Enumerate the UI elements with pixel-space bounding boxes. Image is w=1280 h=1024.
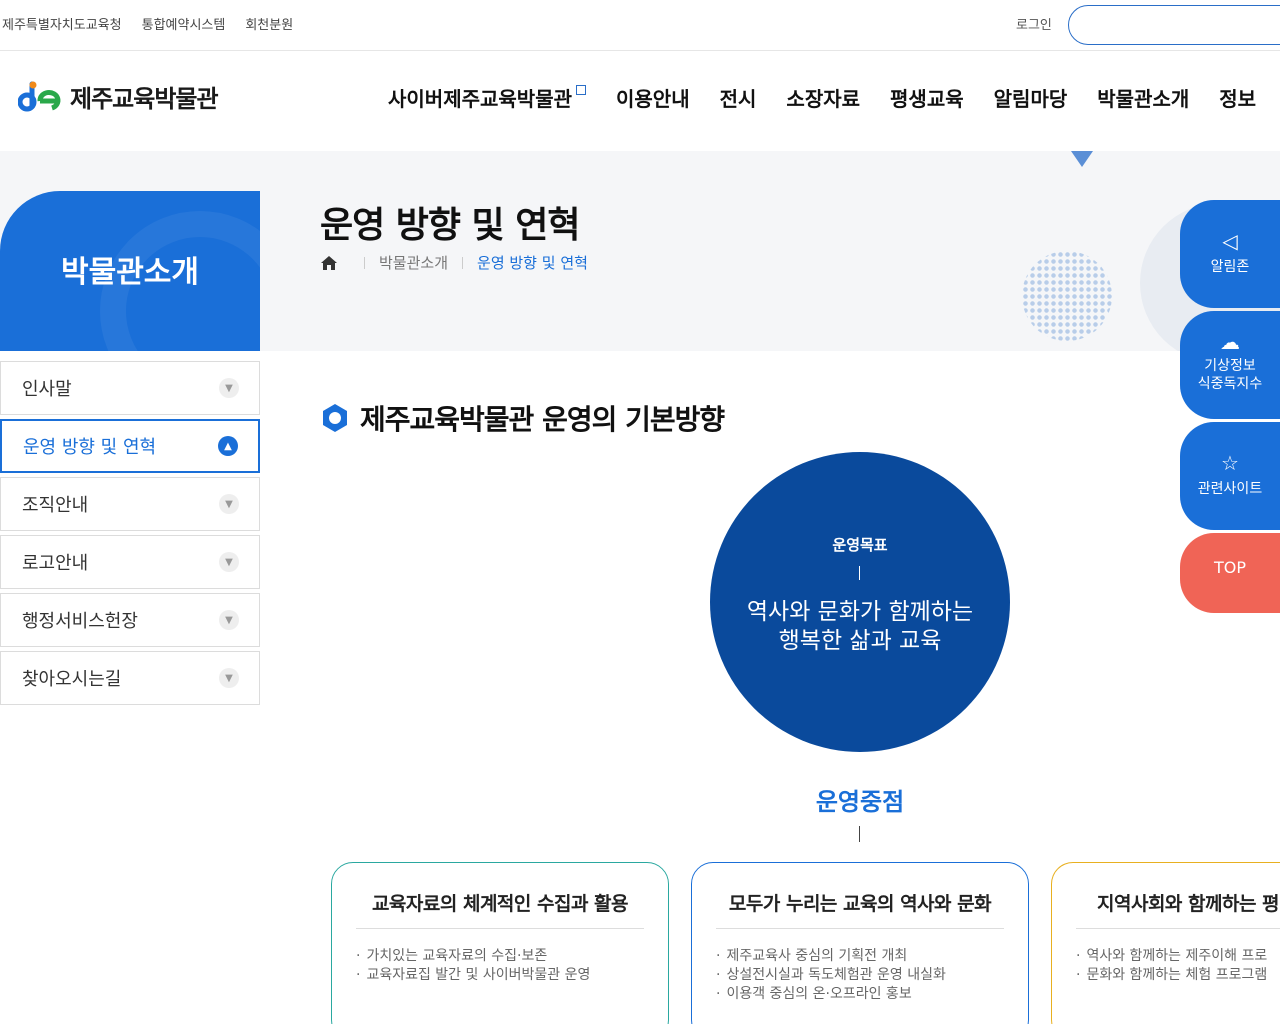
card-list: 역사와 함께하는 제주이해 프로 문화와 함께하는 체험 프로그램 (1076, 947, 1280, 985)
card-list-item: 교육자료집 발간 및 사이버박물관 운영 (356, 966, 644, 985)
util-link-office-of-education[interactable]: 제주특별자치도교육청 (2, 14, 122, 33)
breadcrumb-item[interactable]: 박물관소개 (379, 252, 448, 273)
nav-indicator-triangle-icon (1071, 151, 1093, 167)
megaphone-icon: ◁ (1222, 229, 1238, 253)
card-list-item: 가치있는 교육자료의 수집·보존 (356, 947, 644, 966)
utility-links: 제주특별자치도교육청 통합예약시스템 회천분원 (2, 14, 293, 33)
chevron-down-icon: ▼ (219, 610, 239, 630)
lnb-item-label: 찾아오시는길 (22, 669, 122, 690)
star-icon: ☆ (1221, 451, 1239, 475)
quick-weather-label-1: 기상정보 (1204, 358, 1256, 374)
top-button-label: TOP (1213, 558, 1246, 577)
chevron-up-icon: ▲ (218, 436, 238, 456)
lnb-item-label: 행정서비스헌장 (22, 611, 138, 632)
card-list-item: 역사와 함께하는 제주이해 프로 (1076, 947, 1280, 966)
quick-related-sites-button[interactable]: ☆ 관련사이트 (1180, 422, 1280, 530)
main-nav: 사이버제주교육박물관 이용안내 전시 소장자료 평생교육 알림마당 박물관소개 … (388, 83, 1256, 112)
card-list-item: 상설전시실과 독도체험관 운영 내실화 (716, 966, 1004, 985)
external-link-icon (576, 85, 586, 95)
lnb-item-label: 운영 방향 및 연혁 (23, 437, 157, 458)
quick-weather-label-2: 식중독지수 (1197, 376, 1263, 392)
lnb-item-greeting[interactable]: 인사말 ▼ (0, 361, 260, 415)
breadcrumb: 박물관소개 운영 방향 및 연혁 (320, 252, 588, 273)
quick-alarm-label: 알림존 (1210, 259, 1250, 275)
lnb-item-label: 조직안내 (22, 495, 89, 516)
header: 제주교육박물관 사이버제주교육박물관 이용안내 전시 소장자료 평생교육 알림마… (0, 51, 1280, 151)
nav-info[interactable]: 정보 (1219, 83, 1256, 112)
card-list-item: 이용객 중심의 온·오프라인 홍보 (716, 985, 1004, 1004)
focus-connector (859, 826, 860, 842)
util-link-reservation-system[interactable]: 통합예약시스템 (142, 14, 226, 33)
nav-about-museum[interactable]: 박물관소개 (1097, 83, 1189, 112)
lnb-item-directions[interactable]: 찾아오시는길 ▼ (0, 651, 260, 705)
focus-card-3: 지역사회와 함께하는 평 역사와 함께하는 제주이해 프로 문화와 함께하는 체… (1051, 862, 1280, 1024)
goal-text-line-2: 행복한 삶과 교육 (778, 628, 942, 654)
login-link[interactable]: 로그인 (1016, 14, 1052, 33)
logo[interactable]: 제주교육박물관 (18, 79, 219, 114)
weather-cloud-icon: ☁ (1220, 330, 1240, 354)
card-list-item: 문화와 함께하는 체험 프로그램 (1076, 966, 1280, 985)
goal-text-line-1: 역사와 문화가 함께하는 (746, 599, 974, 625)
lnb-item-service-charter[interactable]: 행정서비스헌장 ▼ (0, 593, 260, 647)
focus-title: 운영중점 (815, 788, 905, 816)
card-list-item: 제주교육사 중심의 기획전 개최 (716, 947, 1004, 966)
nav-collections[interactable]: 소장자료 (786, 83, 860, 112)
side-menu-header: 박물관소개 (0, 191, 260, 351)
lnb-item-organization[interactable]: 조직안내 ▼ (0, 477, 260, 531)
card-title: 모두가 누리는 교육의 역사와 문화 (716, 889, 1004, 929)
goal-circle: 운영목표 역사와 문화가 함께하는 행복한 삶과 교육 (710, 452, 1010, 752)
decor-dots (1022, 251, 1112, 341)
search-input[interactable] (1068, 5, 1280, 45)
lnb-item-label: 로고안내 (22, 553, 89, 574)
util-link-branch[interactable]: 회천분원 (245, 14, 293, 33)
card-list: 가치있는 교육자료의 수집·보존 교육자료집 발간 및 사이버박물관 운영 (356, 947, 644, 985)
chevron-down-icon: ▼ (219, 552, 239, 572)
card-title: 교육자료의 체계적인 수집과 활용 (356, 889, 644, 929)
nav-cyber-museum-label: 사이버제주교육박물관 (388, 87, 572, 111)
goal-text: 역사와 문화가 함께하는 행복한 삶과 교육 (710, 598, 1010, 656)
breadcrumb-current[interactable]: 운영 방향 및 연혁 (477, 252, 588, 273)
chevron-down-icon: ▼ (219, 668, 239, 688)
breadcrumb-separator (462, 256, 464, 269)
breadcrumb-separator (364, 256, 365, 269)
focus-card-1: 교육자료의 체계적인 수집과 활용 가치있는 교육자료의 수집·보존 교육자료집… (331, 862, 669, 1024)
lnb-item-label: 인사말 (22, 379, 72, 400)
utility-bar: 제주특별자치도교육청 통합예약시스템 회천분원 로그인 (0, 0, 1280, 51)
card-list: 제주교육사 중심의 기획전 개최 상설전시실과 독도체험관 운영 내실화 이용객… (716, 947, 1004, 1004)
lnb-item-logo-guide[interactable]: 로고안내 ▼ (0, 535, 260, 589)
top-button[interactable]: TOP (1180, 533, 1280, 613)
goal-divider (859, 566, 860, 580)
page-title: 운영 방향 및 연혁 (320, 205, 580, 246)
section-title-text: 제주교육박물관 운영의 기본방향 (360, 403, 725, 436)
card-title: 지역사회와 함께하는 평 (1076, 889, 1280, 929)
local-nav: 인사말 ▼ 운영 방향 및 연혁 ▲ 조직안내 ▼ 로고안내 ▼ 행정서비스헌장… (0, 361, 260, 709)
chevron-down-icon: ▼ (219, 494, 239, 514)
nav-cyber-museum[interactable]: 사이버제주교육박물관 (388, 83, 586, 112)
hexagon-bullet-icon (323, 404, 347, 432)
quick-alarm-button[interactable]: ◁ 알림존 (1180, 200, 1280, 308)
logo-icon (18, 81, 61, 111)
goal-label: 운영목표 (832, 536, 888, 554)
nav-exhibition[interactable]: 전시 (720, 83, 757, 112)
quick-related-sites-label: 관련사이트 (1197, 481, 1263, 497)
chevron-down-icon: ▼ (219, 378, 239, 398)
lnb-item-operation-history[interactable]: 운영 방향 및 연혁 ▲ (0, 419, 260, 473)
nav-lifelong-education[interactable]: 평생교육 (890, 83, 964, 112)
side-menu-title: 박물관소개 (61, 255, 199, 290)
home-icon[interactable] (320, 254, 338, 272)
nav-notice[interactable]: 알림마당 (994, 83, 1068, 112)
quick-weather-button[interactable]: ☁ 기상정보 식중독지수 (1180, 311, 1280, 419)
logo-text: 제주교육박물관 (70, 85, 219, 113)
section-title: 제주교육박물관 운영의 기본방향 (320, 398, 725, 438)
nav-usage-guide[interactable]: 이용안내 (616, 83, 690, 112)
focus-card-2: 모두가 누리는 교육의 역사와 문화 제주교육사 중심의 기획전 개최 상설전시… (691, 862, 1029, 1024)
